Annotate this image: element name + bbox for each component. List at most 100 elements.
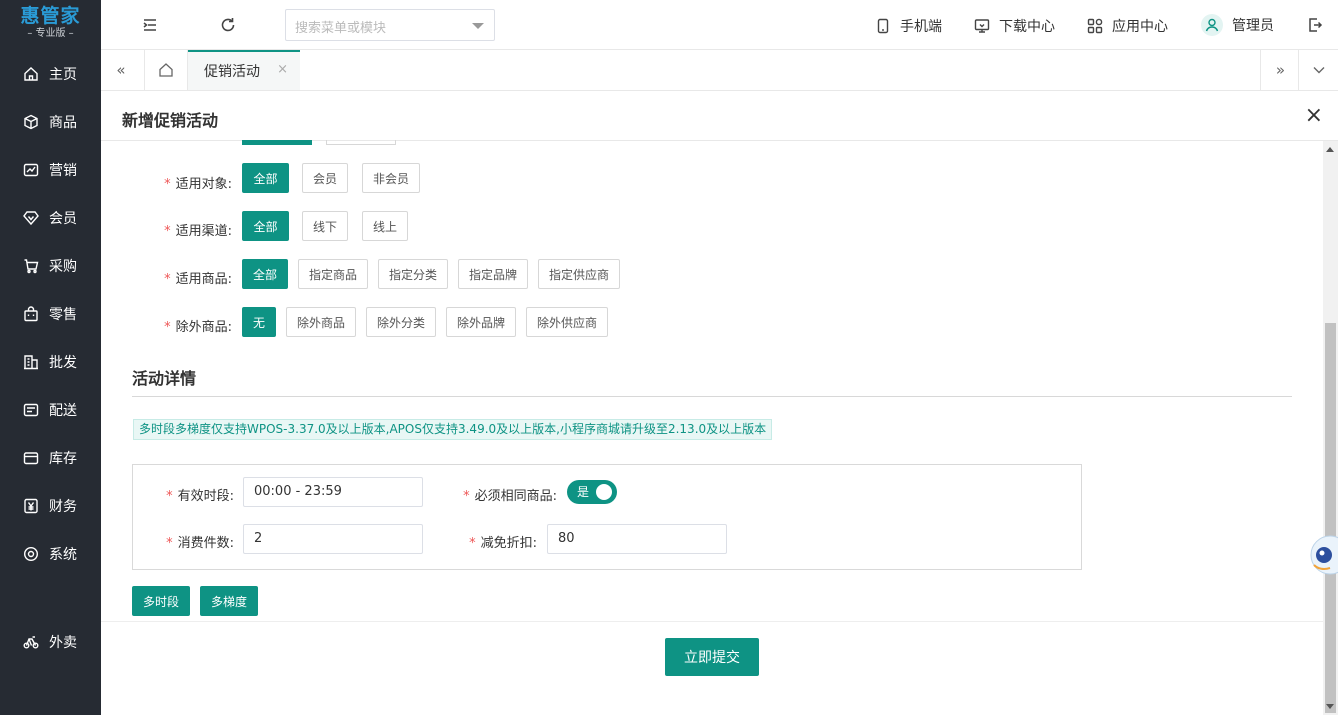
tab-promotion[interactable]: 促销活动 × — [188, 50, 300, 90]
chevron-down-icon — [1313, 67, 1324, 74]
exclude-option-brand[interactable]: 除外品牌 — [446, 307, 516, 337]
tabs-menu-button[interactable] — [1298, 50, 1338, 90]
channel-option-all[interactable]: 全部 — [242, 211, 289, 241]
rule-box: * 有效时段: 00:00 - 23:59 * 必须相同商品: 是 * 消费件数: 2… — [132, 464, 1082, 570]
sidebar-item-home[interactable]: 主页 — [0, 50, 101, 98]
home-icon — [24, 67, 38, 81]
avatar-icon — [1201, 14, 1223, 36]
download-label: 下载中心 — [999, 19, 1055, 35]
sidebar-item-label: 采购 — [49, 259, 77, 275]
brand-logo[interactable]: 惠管家 – 专业版 – — [0, 0, 101, 48]
search-input[interactable]: 搜索菜单或模块 — [285, 9, 495, 41]
submit-button[interactable]: 立即提交 — [665, 638, 759, 676]
required-mark: * — [463, 489, 470, 504]
cart-icon — [24, 259, 39, 274]
sidebar-item-retail[interactable]: 零售 — [0, 290, 101, 338]
sidebar-item-goods[interactable]: 商品 — [0, 98, 101, 146]
mobile-label: 手机端 — [900, 19, 942, 35]
goods-label-text: 适用商品: — [175, 272, 232, 287]
period-label: * 有效时段: — [149, 485, 234, 504]
period-label-text: 有效时段: — [177, 489, 234, 504]
tab-home[interactable] — [144, 50, 188, 90]
scroll-up-icon[interactable] — [1326, 147, 1334, 152]
assistant-robot-icon[interactable] — [1310, 523, 1338, 581]
sidebar-item-label: 主页 — [49, 67, 77, 83]
apps-icon — [1087, 18, 1103, 34]
sidebar-item-label: 配送 — [49, 403, 77, 419]
chevron-down-icon — [472, 23, 484, 29]
download-center-link[interactable]: 下载中心 — [974, 16, 1055, 36]
channel-option-offline[interactable]: 线下 — [302, 211, 348, 241]
qty-label-text: 消费件数: — [177, 536, 234, 551]
goods-option-category[interactable]: 指定分类 — [378, 259, 448, 289]
cube-icon — [24, 114, 38, 130]
sidebar-item-wholesale[interactable]: 批发 — [0, 338, 101, 386]
required-mark: * — [164, 272, 171, 287]
search-placeholder: 搜索菜单或模块 — [295, 21, 387, 36]
sidebar-item-purchase[interactable]: 采购 — [0, 242, 101, 290]
version-notice: 多时段多梯度仅支持WPOS-3.37.0及以上版本,APOS仅支持3.49.0及… — [133, 419, 773, 440]
required-mark: * — [164, 320, 171, 335]
clipped-option-button[interactable] — [326, 140, 396, 145]
channel-label: * 适用渠道: — [142, 220, 232, 239]
period-input[interactable]: 00:00 - 23:59 — [243, 477, 423, 507]
goods-option-brand[interactable]: 指定品牌 — [458, 259, 528, 289]
multi-tier-button[interactable]: 多梯度 — [200, 586, 258, 616]
qty-label: * 消费件数: — [149, 532, 234, 551]
target-option-all[interactable]: 全部 — [242, 163, 289, 193]
chart-icon — [23, 163, 39, 177]
phone-icon — [877, 18, 889, 34]
exclude-option-category[interactable]: 除外分类 — [366, 307, 436, 337]
exclude-option-goods[interactable]: 除外商品 — [286, 307, 356, 337]
sidebar-item-delivery[interactable]: 配送 — [0, 386, 101, 434]
sidebar-item-label: 库存 — [49, 451, 77, 467]
app-center-link[interactable]: 应用中心 — [1087, 16, 1168, 36]
qty-input[interactable]: 2 — [243, 524, 423, 554]
target-option-nonmember[interactable]: 非会员 — [362, 163, 420, 193]
tab-label: 促销活动 — [204, 64, 260, 80]
clipped-option-button[interactable] — [242, 140, 312, 145]
tabs-scroll-left-button[interactable]: « — [101, 50, 141, 90]
logout-icon[interactable] — [1306, 16, 1324, 34]
sidebar-item-system[interactable]: 系统 — [0, 530, 101, 578]
multi-period-button[interactable]: 多时段 — [132, 586, 190, 616]
sidebar-item-inventory[interactable]: 库存 — [0, 434, 101, 482]
mobile-link[interactable]: 手机端 — [875, 16, 942, 36]
sidebar-item-label: 财务 — [49, 499, 77, 515]
target-label: * 适用对象: — [142, 173, 232, 192]
target-option-member[interactable]: 会员 — [302, 163, 348, 193]
sidebar-item-finance[interactable]: 财务 — [0, 482, 101, 530]
user-menu[interactable]: 管理员 — [1201, 14, 1274, 36]
scrollbar[interactable] — [1323, 141, 1338, 715]
brand-name: 惠管家 — [20, 5, 81, 27]
tabs-scroll-right-button[interactable]: » — [1260, 50, 1300, 90]
goods-option-supplier[interactable]: 指定供应商 — [538, 259, 620, 289]
sidebar-item-takeout[interactable]: 外卖 — [0, 618, 101, 666]
tab-bar: « 促销活动 × » — [101, 50, 1338, 91]
sidebar-item-marketing[interactable]: 营销 — [0, 146, 101, 194]
scroll-down-icon[interactable] — [1326, 704, 1334, 709]
close-icon[interactable]: × — [1305, 103, 1323, 128]
bike-icon — [23, 636, 39, 649]
close-icon[interactable]: × — [277, 62, 288, 77]
menu-fold-icon[interactable] — [141, 16, 159, 34]
toggle-label: 是 — [577, 485, 590, 499]
channel-option-online[interactable]: 线上 — [362, 211, 408, 241]
sidebar-item-label: 系统 — [49, 547, 77, 563]
discount-label: * 减免折扣: — [443, 532, 537, 551]
same-goods-toggle[interactable]: 是 — [567, 480, 617, 504]
discount-input[interactable]: 80 — [547, 524, 727, 554]
required-mark: * — [164, 224, 171, 239]
sidebar-item-label: 零售 — [49, 307, 77, 323]
goods-option-all[interactable]: 全部 — [242, 259, 288, 289]
refresh-icon[interactable] — [219, 16, 237, 34]
top-bar: 搜索菜单或模块 手机端 下载中心 应用中心 管理员 — [101, 0, 1338, 50]
exclude-label-text: 除外商品: — [175, 320, 232, 335]
scrollbar-thumb[interactable] — [1325, 323, 1336, 713]
exclude-option-none[interactable]: 无 — [242, 307, 276, 337]
sidebar-item-member[interactable]: 会员 — [0, 194, 101, 242]
divider — [132, 396, 1292, 397]
exclude-option-supplier[interactable]: 除外供应商 — [526, 307, 608, 337]
truck-icon — [23, 403, 39, 417]
goods-option-specified[interactable]: 指定商品 — [298, 259, 368, 289]
